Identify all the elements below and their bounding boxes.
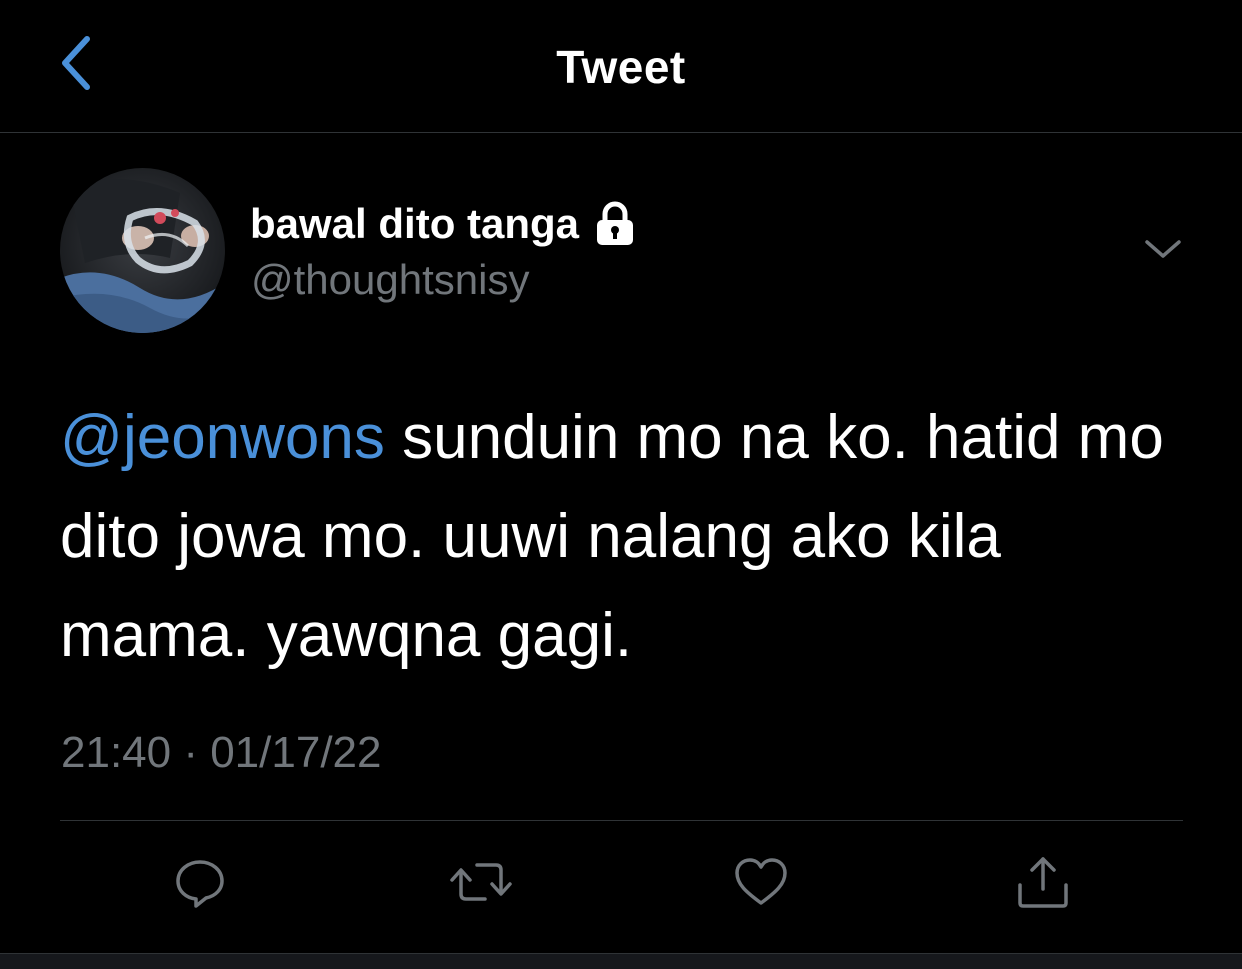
reply-button[interactable] [170,854,230,914]
retweet-icon [449,854,513,915]
share-icon [1014,853,1072,916]
display-name: bawal dito tanga [250,200,580,247]
tweet-body: @jeonwons sunduin mo na ko. hatid mo dit… [60,388,1200,685]
bottom-edge [0,953,1242,969]
share-button[interactable] [1013,854,1073,914]
more-options-button[interactable] [1140,228,1186,274]
retweet-button[interactable] [449,854,513,915]
tweet-timestamp[interactable]: 21:40 · 01/17/22 [61,728,381,778]
page-title: Tweet [556,41,686,93]
mention-link[interactable]: @jeonwons [60,403,385,472]
header-bar: Tweet [0,0,1242,133]
tweet-detail-screen: Tweet bawal dito tanga @thoughtsnisy @je… [0,0,1242,969]
lock-icon [593,201,637,247]
avatar[interactable] [60,168,225,333]
heart-icon [732,854,790,915]
author-handle[interactable]: @thoughtsnisy [251,256,529,304]
author-name-row[interactable]: bawal dito tanga [250,198,637,250]
reply-icon [172,854,228,915]
chevron-down-icon [1143,236,1183,267]
like-button[interactable] [731,854,791,914]
divider [60,820,1183,821]
